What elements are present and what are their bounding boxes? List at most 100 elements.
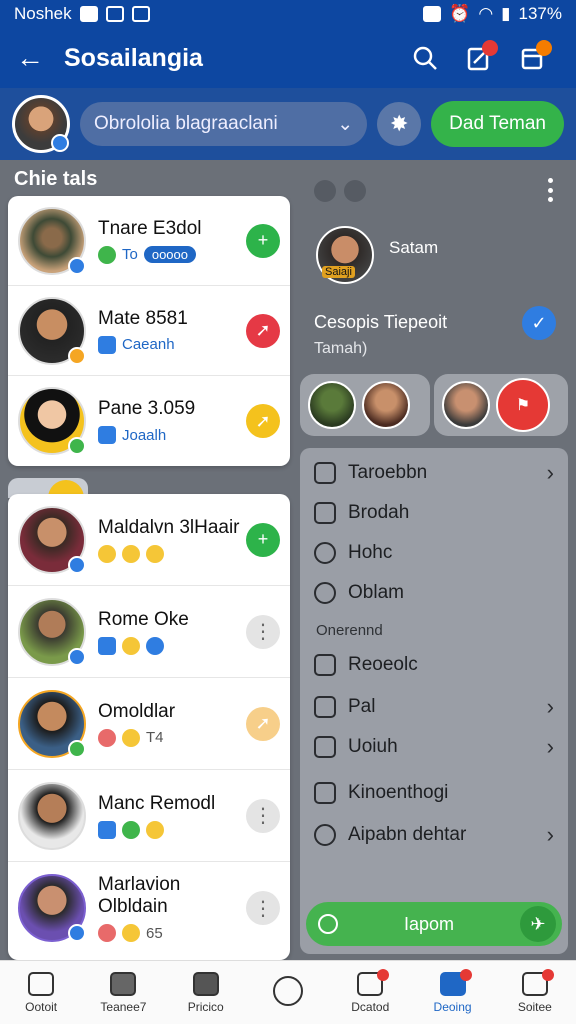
- story-group: ⚑: [434, 374, 568, 436]
- nav-photos[interactable]: Dcatod: [329, 961, 411, 1024]
- send-action-button[interactable]: ➚: [246, 404, 280, 438]
- mail-icon: [423, 6, 442, 22]
- avatar-label: Saiaji: [322, 266, 355, 278]
- menu-item-label: Reoeolc: [348, 654, 418, 675]
- send-action-button[interactable]: ➚: [246, 313, 280, 348]
- compose-button[interactable]: [506, 36, 560, 80]
- send-action-button[interactable]: ➚: [246, 706, 280, 741]
- list-item[interactable]: Mate 8581 Caeanh ➚: [8, 286, 290, 376]
- contact-avatar: [18, 781, 86, 850]
- app-icon: [131, 6, 150, 22]
- story-avatar[interactable]: [442, 381, 490, 429]
- emoji-icon: [122, 544, 140, 563]
- nav-label: Dcatod: [351, 999, 390, 1014]
- list-item[interactable]: Pane 3.059 Joaalh ➚: [8, 376, 290, 466]
- story-add-button[interactable]: ⚑: [496, 378, 550, 432]
- verified-badge-icon: [51, 134, 69, 152]
- search-icon: [413, 46, 437, 70]
- nav-box[interactable]: Teanee7: [82, 961, 164, 1024]
- story-avatar[interactable]: [362, 381, 410, 429]
- arrow-icon: ➚: [255, 320, 271, 340]
- menu-item[interactable]: Kinoenthogi: [314, 782, 558, 804]
- contact-name: Manc Remodl: [98, 792, 216, 814]
- signal-icon: ▮: [501, 4, 511, 23]
- section-title: Chie tals: [14, 168, 98, 190]
- badge-icon: [68, 437, 86, 455]
- kebab-icon: ⋮: [253, 805, 273, 827]
- nav-stars[interactable]: Pricico: [165, 961, 247, 1024]
- menu-item[interactable]: Reoeolc: [314, 654, 558, 676]
- menu-item-label: Brodah: [348, 502, 410, 523]
- contacts-card-top: Tnare E3dol To ooooo + Mate 8581 Caeanh ➚…: [8, 196, 290, 466]
- nav-people[interactable]: Soitee: [494, 961, 576, 1024]
- menu-item[interactable]: Hohc: [314, 542, 558, 564]
- key-icon[interactable]: [314, 180, 336, 202]
- add-action-button[interactable]: +: [246, 522, 280, 557]
- check-icon: [146, 636, 164, 655]
- location-dropdown-icon[interactable]: ⌄: [337, 113, 353, 136]
- panel-top-icons: [314, 180, 366, 202]
- contact-avatar: [18, 387, 86, 455]
- emoji-icon: [122, 728, 140, 747]
- badge-icon: [68, 346, 86, 365]
- contact-name: Mate 8581: [98, 307, 188, 329]
- status-subtitle: Tamah): [314, 340, 368, 357]
- favorite-button[interactable]: ✸: [377, 102, 422, 146]
- more-options-button[interactable]: ⋮: [246, 798, 280, 833]
- list-item[interactable]: Tnare E3dol To ooooo +: [8, 196, 290, 286]
- compose-badge: [536, 40, 552, 56]
- status-pill: ooooo: [143, 246, 196, 263]
- emoji-icon: [122, 924, 140, 942]
- add-action-button[interactable]: +: [246, 223, 280, 258]
- more-options-button[interactable]: ⋮: [246, 891, 280, 925]
- more-options-button[interactable]: ⋮: [246, 614, 280, 649]
- menu-item[interactable]: Brodah: [314, 502, 558, 524]
- puzzle-icon: [314, 654, 336, 676]
- contact-sub: To: [122, 246, 138, 263]
- search-input[interactable]: Obrololia blagraaclani ⌄: [80, 102, 368, 146]
- contact-avatar: [18, 206, 86, 275]
- profile-search-row: Obrololia blagraaclani ⌄ ✸ Dad Teman: [0, 88, 576, 160]
- plus-icon: +: [257, 529, 269, 549]
- globe-icon: [314, 582, 336, 604]
- panel-more-button[interactable]: [546, 178, 554, 202]
- shield-icon[interactable]: [344, 180, 366, 202]
- nav-home[interactable]: Ootoit: [0, 961, 82, 1024]
- list-item[interactable]: Manc Remodl ⋮: [8, 770, 290, 862]
- person-icon: [314, 824, 336, 846]
- search-button[interactable]: [398, 36, 452, 80]
- add-friend-button[interactable]: Dad Teman: [431, 101, 564, 147]
- menu-item-label: Hohc: [348, 542, 393, 563]
- story-avatar[interactable]: [308, 381, 356, 429]
- list-item[interactable]: Omoldlar T4 ➚: [8, 678, 290, 770]
- list-item[interactable]: Marlavion Olbldain 65 ⋮: [8, 862, 290, 954]
- upload-icon: [314, 736, 336, 758]
- menu-item-label: Aipabn dehtar: [348, 824, 467, 845]
- list-item[interactable]: Maldalvn 3lHaair +: [8, 494, 290, 586]
- contact-avatar: [18, 505, 86, 574]
- menu-item[interactable]: Uoiuh ›: [314, 734, 558, 759]
- menu-item[interactable]: Aipabn dehtar ›: [314, 822, 558, 847]
- back-arrow-icon[interactable]: ←: [16, 42, 56, 74]
- status-icon: [98, 636, 116, 655]
- confirm-button[interactable]: ✓: [522, 306, 556, 340]
- carrier-label: Noshek: [14, 4, 72, 23]
- user-avatar[interactable]: [12, 95, 70, 153]
- contact-avatar: [18, 296, 86, 365]
- list-item[interactable]: Rome Oke ⋮: [8, 586, 290, 678]
- menu-item[interactable]: Oblam: [314, 582, 558, 604]
- edit-button[interactable]: [452, 36, 506, 80]
- emoji-icon: [98, 924, 116, 942]
- nav-close[interactable]: [247, 961, 329, 1024]
- battery-label: 137%: [518, 4, 562, 23]
- app-bar: ← Sosailangia: [0, 28, 576, 88]
- chevron-right-icon: ›: [546, 822, 554, 847]
- contact-avatar: [18, 597, 86, 666]
- menu-item-label: Pal: [348, 696, 376, 717]
- nav-messages[interactable]: Deoing: [411, 961, 493, 1024]
- chevron-right-icon: ›: [546, 734, 554, 759]
- check-icon: [122, 820, 140, 839]
- report-button[interactable]: Iapom ✈: [306, 902, 562, 946]
- menu-item[interactable]: Pal ›: [314, 694, 558, 719]
- menu-item[interactable]: Taroebbn ›: [314, 460, 558, 485]
